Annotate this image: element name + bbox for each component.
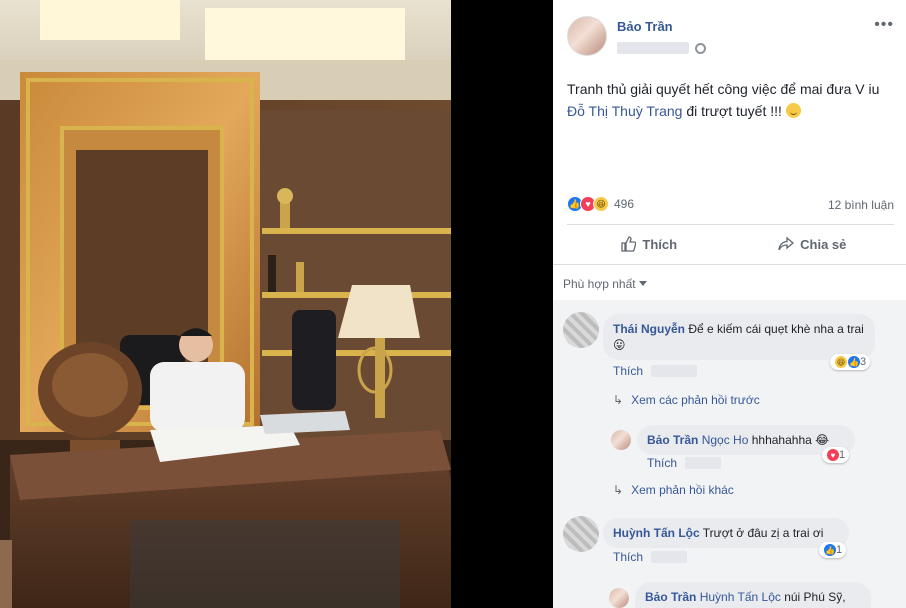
- reply-author[interactable]: Bảo Trần: [647, 433, 698, 447]
- share-arrow-icon: [778, 236, 795, 251]
- haha-reaction-icon: 😆: [834, 355, 848, 369]
- timestamp-redacted[interactable]: [651, 365, 698, 377]
- post-text-line2: đi trượt tuyết !!!: [682, 103, 786, 119]
- reply-mention[interactable]: Ngọc Ho: [702, 433, 749, 447]
- like-label: Thích: [642, 236, 678, 252]
- divider: [553, 264, 906, 265]
- photo-letterbox: [451, 0, 553, 608]
- reply-link-label: Xem các phản hồi trước: [631, 393, 760, 407]
- commenter-avatar[interactable]: [563, 516, 599, 552]
- more-dots-icon[interactable]: •••: [874, 16, 894, 34]
- thumbs-up-icon: [621, 236, 637, 252]
- comment-like-link[interactable]: Thích: [613, 550, 643, 564]
- comment-reaction-badge[interactable]: 😆 👍 3: [830, 354, 871, 370]
- sort-label: Phù hợp nhất: [563, 277, 636, 291]
- comment-author[interactable]: Thái Nguyễn: [613, 322, 685, 336]
- post-meta: [617, 42, 706, 54]
- post-actions: Thích Chia sẻ: [567, 226, 894, 262]
- timestamp-redacted[interactable]: [617, 42, 689, 54]
- comment-text: Trượt ở đâu zị a trai ơi: [702, 526, 824, 540]
- comment-reaction-badge[interactable]: 👍 1: [819, 542, 847, 558]
- reply-like-link[interactable]: Thích: [647, 456, 677, 470]
- share-button[interactable]: Chia sẻ: [731, 226, 895, 262]
- post-panel: Bảo Trần ••• Tranh thủ giải quyết hết cô…: [553, 0, 906, 608]
- comment-like-link[interactable]: Thích: [613, 364, 643, 378]
- commenter-avatar[interactable]: [563, 312, 599, 348]
- commenter-avatar[interactable]: [609, 588, 629, 608]
- like-reaction-icon: 👍: [823, 543, 837, 557]
- reply-arrow-icon: ↳: [613, 483, 624, 497]
- post-photo[interactable]: [0, 0, 451, 608]
- reaction-count[interactable]: 496: [614, 197, 634, 211]
- love-reaction-icon: ♥: [826, 448, 840, 462]
- reaction-summary[interactable]: 👍 ♥ 😆 496: [567, 196, 634, 212]
- view-more-replies-link[interactable]: ↳ Xem phản hồi khác: [613, 483, 734, 497]
- author-name[interactable]: Bảo Trần: [617, 19, 673, 34]
- comments-section: Thái Nguyễn Để e kiếm cái quẹt khè nha a…: [553, 300, 906, 608]
- tongue-out-emoji-icon: 😛: [613, 338, 626, 352]
- comment-sort-dropdown[interactable]: Phù hợp nhất: [563, 277, 647, 291]
- comment-count[interactable]: 12 bình luận: [828, 198, 894, 212]
- post-mention[interactable]: Đỗ Thị Thuỳ Trang: [567, 103, 682, 119]
- comment-reaction-count: 1: [836, 544, 843, 556]
- post-message: Tranh thủ giải quyết hết công việc để ma…: [567, 78, 897, 122]
- reply-author[interactable]: Bảo Trần: [645, 590, 696, 604]
- view-previous-replies-link[interactable]: ↳ Xem các phản hồi trước: [613, 393, 760, 407]
- reply-bubble: Bảo Trần Huỳnh Tấn Lộc núi Phú Sỹ,: [635, 582, 871, 608]
- comment-author[interactable]: Huỳnh Tấn Lộc: [613, 526, 700, 540]
- globe-icon[interactable]: [695, 42, 706, 54]
- office-photo-illustration: [0, 0, 451, 608]
- reply-link-label: Xem phản hồi khác: [631, 483, 734, 497]
- reply-text: núi Phú Sỹ,: [780, 590, 846, 604]
- reply-arrow-icon: ↳: [613, 393, 624, 407]
- commenter-avatar[interactable]: [611, 430, 631, 450]
- timestamp-redacted[interactable]: [651, 551, 688, 563]
- divider: [567, 224, 894, 225]
- comment-actions: Thích: [613, 550, 688, 564]
- timestamp-redacted[interactable]: [685, 457, 722, 469]
- comment-text: Để e kiếm cái quẹt khè nha a trai: [688, 322, 864, 336]
- comment-bubble: Thái Nguyễn Để e kiếm cái quẹt khè nha a…: [603, 314, 875, 360]
- comment-actions: Thích: [613, 364, 698, 378]
- reply-actions: Thích: [647, 456, 722, 470]
- post-text-line1: Tranh thủ giải quyết hết công việc để ma…: [567, 81, 880, 97]
- post-header: Bảo Trần •••: [553, 0, 906, 64]
- comment-bubble: Huỳnh Tấn Lộc Trượt ở đâu zị a trai ơi: [603, 518, 849, 548]
- share-label: Chia sẻ: [800, 236, 847, 252]
- reply-text: hhhahahha: [748, 433, 816, 447]
- haha-reaction-icon: 😆: [593, 196, 609, 212]
- comment-reaction-count: 3: [860, 356, 867, 368]
- reply-reaction-count: 1: [839, 449, 846, 461]
- slightly-smiling-emoji-icon: [785, 103, 801, 118]
- like-reaction-icon: 👍: [847, 355, 861, 369]
- reply-reaction-badge[interactable]: ♥ 1: [822, 447, 850, 463]
- caret-down-icon: [638, 281, 647, 286]
- author-avatar[interactable]: [567, 16, 607, 56]
- like-button[interactable]: Thích: [567, 226, 731, 262]
- reply-mention[interactable]: Huỳnh Tấn Lộc: [700, 590, 781, 604]
- laughing-emoji-icon: 😂: [815, 433, 830, 447]
